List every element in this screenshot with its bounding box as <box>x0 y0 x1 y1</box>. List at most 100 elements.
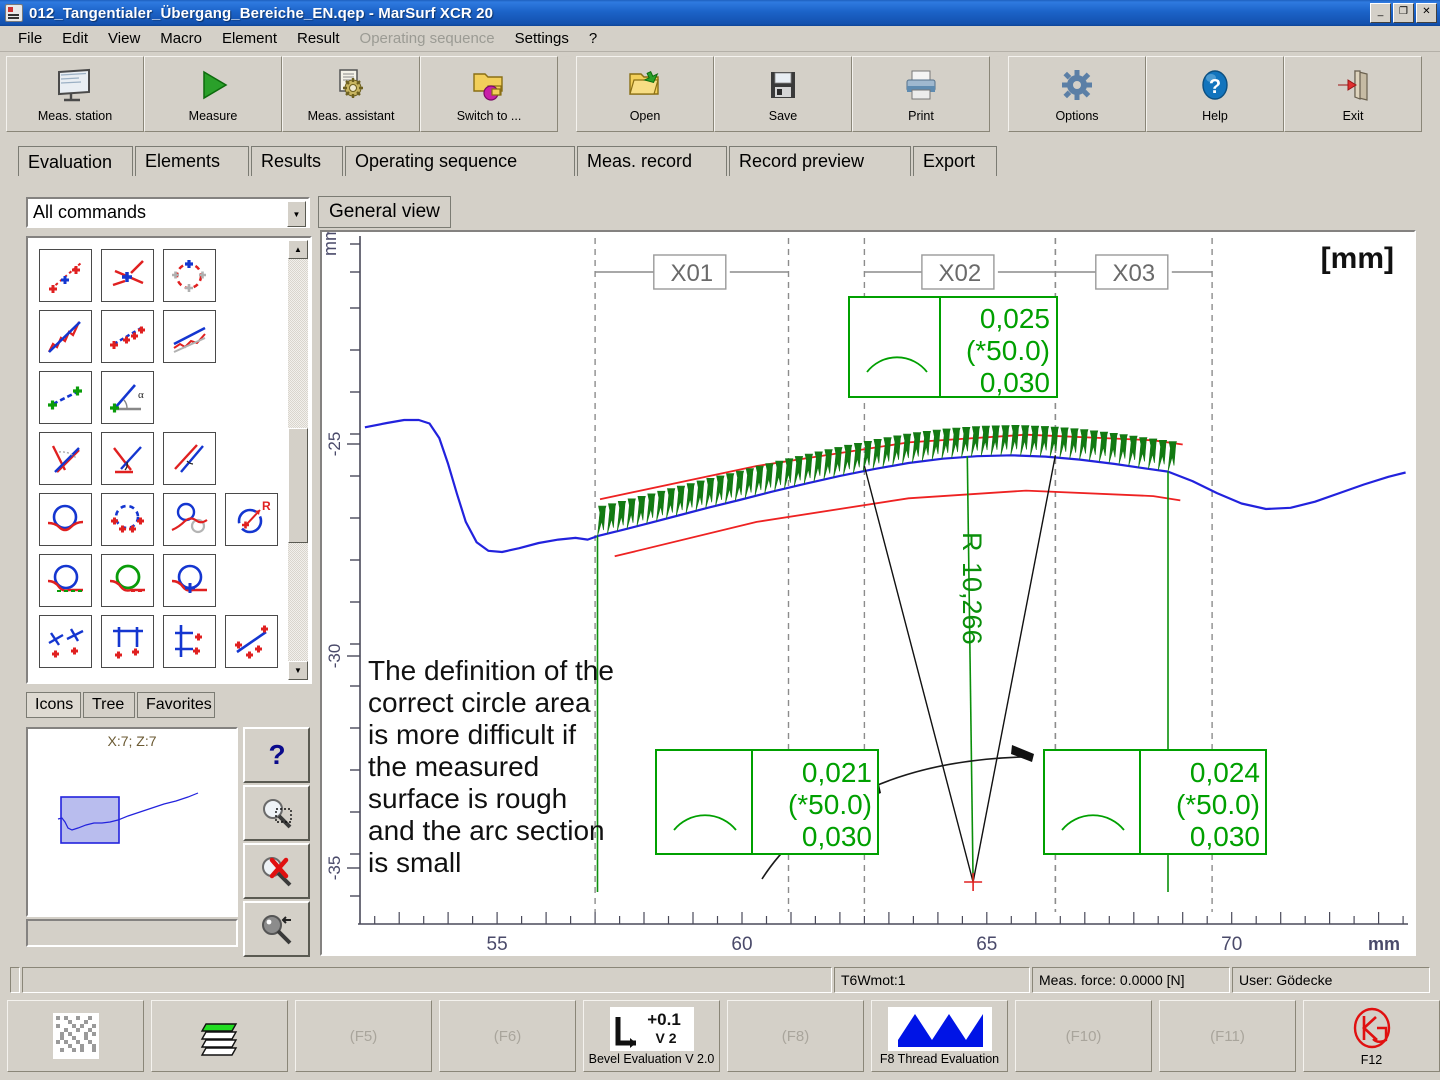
fkey-thread-evaluation-button[interactable]: F8 Thread Evaluation <box>871 1000 1008 1072</box>
result-box-bottom-right[interactable]: 0,024 (*50.0) 0,030 <box>1043 749 1267 855</box>
menu-help[interactable]: ? <box>579 28 607 49</box>
palette-item-circle-tangent-icon[interactable] <box>163 493 216 546</box>
options-button[interactable]: Options <box>1008 56 1146 132</box>
preview-help-button[interactable]: ? <box>243 727 310 783</box>
profile-preview[interactable]: X:7; Z:7 <box>26 727 238 917</box>
tab-elements[interactable]: Elements <box>135 146 249 176</box>
palette-scrollbar[interactable]: ▲ ▼ <box>288 240 308 680</box>
tab-underline <box>0 176 1440 178</box>
result-box-bottom-left[interactable]: 0,021 (*50.0) 0,030 <box>655 749 879 855</box>
note-line: correct circle area <box>368 687 591 718</box>
result-value: 0,025 <box>980 303 1050 334</box>
palette-item-line-two-green-points-icon[interactable] <box>39 371 92 424</box>
tab-tree[interactable]: Tree <box>83 692 135 718</box>
fkey-f12-button[interactable]: F12 <box>1303 1000 1440 1072</box>
palette-item-circle-radius-icon[interactable]: R <box>225 493 278 546</box>
monitor-icon <box>55 65 95 107</box>
measurement-chart[interactable]: mm -25 -30 -35 55 60 65 70 mm [mm] X01 X… <box>320 230 1416 956</box>
scroll-down-button[interactable]: ▼ <box>288 661 308 680</box>
tab-export[interactable]: Export <box>913 146 997 176</box>
fkey-datamatrix-button[interactable] <box>7 1000 144 1072</box>
fkey-label: (F6) <box>493 1027 522 1045</box>
menu-view[interactable]: View <box>98 28 150 49</box>
menu-edit[interactable]: Edit <box>52 28 98 49</box>
tab-favorites[interactable]: Favorites <box>137 692 215 718</box>
fkey-f5-button[interactable]: (F5) <box>295 1000 432 1072</box>
minimize-button[interactable]: _ <box>1370 3 1391 23</box>
help-button[interactable]: ? Help <box>1146 56 1284 132</box>
zoom-region-button[interactable] <box>243 785 310 841</box>
palette-item-step-height-icon[interactable] <box>163 615 216 668</box>
fkey-label: (F5) <box>349 1027 378 1045</box>
fkey-f6-button[interactable]: (F6) <box>439 1000 576 1072</box>
palette-item-circle-green-icon[interactable] <box>101 554 154 607</box>
maximize-button[interactable]: ❐ <box>1393 3 1414 23</box>
region-label-text: X03 <box>1112 260 1155 287</box>
gear-icon <box>1057 65 1097 107</box>
palette-item-regression-line-icon[interactable] <box>39 310 92 363</box>
palette-item-circle-through-points-icon[interactable] <box>101 493 154 546</box>
palette-item-circle-points-icon[interactable] <box>163 249 216 302</box>
open-folder-icon <box>625 65 665 107</box>
menu-settings[interactable]: Settings <box>505 28 579 49</box>
switch-to-button[interactable]: Switch to ... <box>420 56 558 132</box>
palette-item-intersection-point-icon[interactable] <box>101 249 154 302</box>
print-button[interactable]: Print <box>852 56 990 132</box>
scroll-thumb[interactable] <box>288 428 308 543</box>
result-box-top[interactable]: 0,025 (*50.0) 0,030 <box>848 296 1058 398</box>
meas-station-button[interactable]: Meas. station <box>6 56 144 132</box>
fkey-bevel-evaluation-button[interactable]: +0.1 V 2 Bevel Evaluation V 2.0 <box>583 1000 720 1072</box>
open-button[interactable]: Open <box>576 56 714 132</box>
palette-row <box>39 554 288 607</box>
region-label-text: X02 <box>939 260 982 287</box>
close-button[interactable]: ✕ <box>1416 3 1437 23</box>
command-palette: α R ▲ ▼ <box>26 236 312 684</box>
palette-item-angle-vertex-icon[interactable] <box>101 432 154 485</box>
measure-button[interactable]: Measure <box>144 56 282 132</box>
palette-item-parallel-line-icon[interactable] <box>163 310 216 363</box>
zoom-back-button[interactable] <box>243 901 310 957</box>
general-view-tab[interactable]: General view <box>318 196 451 228</box>
fkey-f11-button[interactable]: (F11) <box>1159 1000 1296 1072</box>
printer-icon <box>901 65 941 107</box>
menu-macro[interactable]: Macro <box>150 28 212 49</box>
palette-item-circle-with-cross-icon[interactable] <box>163 554 216 607</box>
palette-item-line-through-points-icon[interactable] <box>39 249 92 302</box>
save-button[interactable]: Save <box>714 56 852 132</box>
fkey-f8-button[interactable]: (F8) <box>727 1000 864 1072</box>
result-value: 0,021 <box>802 757 872 788</box>
chevron-down-icon[interactable]: ▼ <box>287 201 306 227</box>
meas-assistant-button[interactable]: Meas. assistant <box>282 56 420 132</box>
palette-item-distance-parallel-icon[interactable] <box>101 615 154 668</box>
menu-file[interactable]: File <box>8 28 52 49</box>
palette-item-angle-between-lines-icon[interactable] <box>39 432 92 485</box>
y-tick-label-3: -35 <box>325 856 344 881</box>
fkey-f10-button[interactable]: (F10) <box>1015 1000 1152 1072</box>
gear-document-icon <box>331 65 371 107</box>
tab-operating-sequence[interactable]: Operating sequence <box>345 146 575 176</box>
window-controls[interactable]: _ ❐ ✕ <box>1370 3 1437 23</box>
palette-row <box>39 615 288 668</box>
palette-item-angle-crossing-icon[interactable] <box>163 432 216 485</box>
tab-evaluation[interactable]: Evaluation <box>18 146 133 178</box>
tab-record-preview[interactable]: Record preview <box>729 146 911 176</box>
floppy-disk-icon <box>763 65 803 107</box>
zoom-delete-button[interactable] <box>243 843 310 899</box>
menu-element[interactable]: Element <box>212 28 287 49</box>
print-label: Print <box>908 109 934 123</box>
palette-row <box>39 432 288 485</box>
palette-item-distance-points-icon[interactable] <box>225 615 278 668</box>
palette-item-circle-profile-blue-icon[interactable] <box>39 554 92 607</box>
exit-button[interactable]: Exit <box>1284 56 1422 132</box>
tab-results[interactable]: Results <box>251 146 343 176</box>
command-filter-combo[interactable]: All commands ▼ <box>26 197 310 228</box>
palette-item-circle-on-profile-icon[interactable] <box>39 493 92 546</box>
palette-item-distance-two-lines-icon[interactable] <box>39 615 92 668</box>
tab-icons[interactable]: Icons <box>26 692 81 718</box>
palette-item-line-points-icon[interactable] <box>101 310 154 363</box>
tab-meas-record[interactable]: Meas. record <box>577 146 727 176</box>
menu-result[interactable]: Result <box>287 28 350 49</box>
scroll-up-button[interactable]: ▲ <box>288 240 308 259</box>
palette-item-angle-to-axis-icon[interactable]: α <box>101 371 154 424</box>
fkey-layers-button[interactable] <box>151 1000 288 1072</box>
